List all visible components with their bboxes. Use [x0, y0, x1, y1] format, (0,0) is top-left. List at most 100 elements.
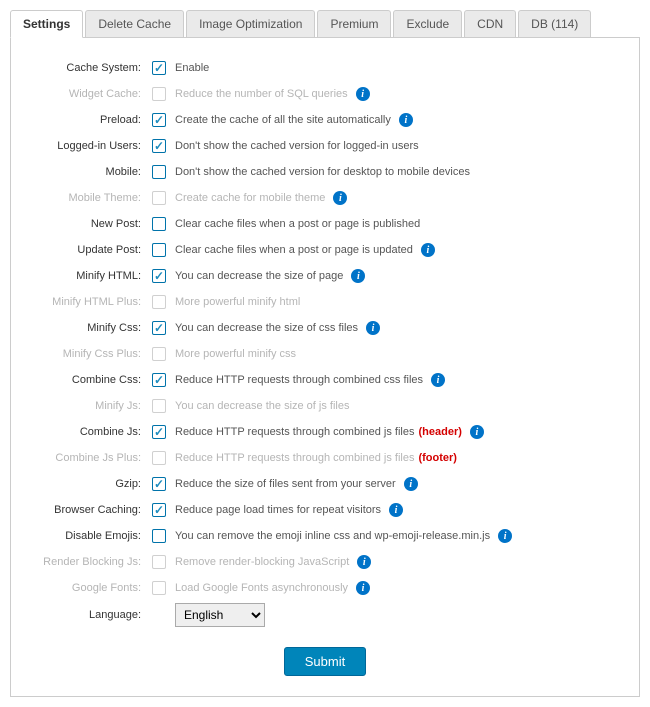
checkbox[interactable]: [152, 139, 166, 153]
tab-cdn[interactable]: CDN: [464, 10, 516, 37]
setting-label: New Post:: [31, 218, 149, 230]
suffix-badge: (header): [418, 426, 461, 438]
checkbox[interactable]: [152, 503, 166, 517]
info-icon[interactable]: i: [404, 477, 418, 491]
info-icon[interactable]: i: [356, 87, 370, 101]
setting-row: Preload: Create the cache of all the site…: [31, 109, 619, 131]
setting-description: Clear cache files when a post or page is…: [169, 218, 420, 230]
info-icon[interactable]: i: [333, 191, 347, 205]
tab-image-optimization[interactable]: Image Optimization: [186, 10, 315, 37]
checkbox[interactable]: [152, 321, 166, 335]
setting-description: Clear cache files when a post or page is…: [169, 243, 435, 257]
language-label: Language:: [31, 609, 149, 621]
setting-row: Minify Js:You can decrease the size of j…: [31, 395, 619, 417]
setting-row: Disable Emojis: You can remove the emoji …: [31, 525, 619, 547]
setting-label: Mobile:: [31, 166, 149, 178]
info-icon[interactable]: i: [351, 269, 365, 283]
setting-label: Disable Emojis:: [31, 530, 149, 542]
setting-row: Combine Js: Reduce HTTP requests through …: [31, 421, 619, 443]
checkbox[interactable]: [152, 165, 166, 179]
setting-description: Reduce the size of files sent from your …: [169, 477, 418, 491]
setting-label: Update Post:: [31, 244, 149, 256]
setting-label: Render Blocking Js:: [31, 556, 149, 568]
setting-label: Minify HTML:: [31, 270, 149, 282]
setting-row: Cache System:Enable: [31, 57, 619, 79]
checkbox[interactable]: [152, 373, 166, 387]
setting-description: You can decrease the size of css filesi: [169, 321, 380, 335]
setting-row: Minify Css Plus: More powerful minify css: [31, 343, 619, 365]
info-icon[interactable]: i: [366, 321, 380, 335]
checkbox: [152, 451, 166, 465]
setting-description: Reduce HTTP requests through combined cs…: [169, 373, 445, 387]
setting-row: Minify Css: You can decrease the size of …: [31, 317, 619, 339]
checkbox[interactable]: [152, 61, 166, 75]
info-icon[interactable]: i: [421, 243, 435, 257]
setting-description: Reduce the number of SQL queriesi: [169, 87, 370, 101]
info-icon[interactable]: i: [431, 373, 445, 387]
info-icon[interactable]: i: [356, 581, 370, 595]
setting-label: Minify Css:: [31, 322, 149, 334]
setting-label: Gzip:: [31, 478, 149, 490]
language-row: Language: English: [31, 603, 619, 627]
checkbox[interactable]: [152, 425, 166, 439]
checkbox[interactable]: [152, 113, 166, 127]
language-select[interactable]: English: [175, 603, 265, 627]
setting-row: New Post: Clear cache files when a post o…: [31, 213, 619, 235]
setting-description: Don't show the cached version for logged…: [169, 140, 419, 152]
info-icon[interactable]: i: [470, 425, 484, 439]
setting-label: Mobile Theme:: [31, 192, 149, 204]
setting-description: Reduce page load times for repeat visito…: [169, 503, 403, 517]
setting-description: More powerful minify html: [169, 296, 300, 308]
setting-row: Combine Js Plus:Reduce HTTP requests thr…: [31, 447, 619, 469]
tab-settings[interactable]: Settings: [10, 10, 83, 38]
checkbox: [152, 555, 166, 569]
checkbox[interactable]: [152, 243, 166, 257]
submit-button[interactable]: Submit: [284, 647, 366, 676]
setting-row: Gzip: Reduce the size of files sent from …: [31, 473, 619, 495]
setting-label: Google Fonts:: [31, 582, 149, 594]
setting-description: More powerful minify css: [169, 348, 296, 360]
setting-description: Load Google Fonts asynchronouslyi: [169, 581, 370, 595]
suffix-badge: (footer): [418, 452, 457, 464]
setting-description: Reduce HTTP requests through combined js…: [169, 425, 484, 439]
info-icon[interactable]: i: [389, 503, 403, 517]
info-icon[interactable]: i: [357, 555, 371, 569]
checkbox[interactable]: [152, 529, 166, 543]
setting-row: Logged-in Users: Don't show the cached ve…: [31, 135, 619, 157]
checkbox[interactable]: [152, 477, 166, 491]
tab-bar: SettingsDelete CacheImage OptimizationPr…: [10, 10, 640, 38]
setting-label: Combine Js:: [31, 426, 149, 438]
setting-row: Google Fonts: Load Google Fonts asynchron…: [31, 577, 619, 599]
checkbox: [152, 295, 166, 309]
checkbox: [152, 347, 166, 361]
setting-row: Update Post: Clear cache files when a pos…: [31, 239, 619, 261]
setting-label: Cache System:: [31, 62, 149, 74]
checkbox: [152, 191, 166, 205]
setting-row: Mobile Theme:Create cache for mobile the…: [31, 187, 619, 209]
setting-description: You can remove the emoji inline css and …: [169, 529, 512, 543]
setting-label: Minify Css Plus:: [31, 348, 149, 360]
tab-db-114-[interactable]: DB (114): [518, 10, 591, 37]
setting-row: Render Blocking Js:Remove render-blockin…: [31, 551, 619, 573]
tab-exclude[interactable]: Exclude: [393, 10, 462, 37]
tab-premium[interactable]: Premium: [317, 10, 391, 37]
settings-panel: Cache System:Enable Widget Cache: Reduce t…: [10, 38, 640, 697]
setting-label: Widget Cache:: [31, 88, 149, 100]
info-icon[interactable]: i: [498, 529, 512, 543]
setting-label: Combine Css:: [31, 374, 149, 386]
setting-label: Minify HTML Plus:: [31, 296, 149, 308]
checkbox: [152, 581, 166, 595]
setting-row: Combine Css: Reduce HTTP requests through…: [31, 369, 619, 391]
setting-row: Widget Cache: Reduce the number of SQL qu…: [31, 83, 619, 105]
setting-label: Minify Js:: [31, 400, 149, 412]
setting-label: Preload:: [31, 114, 149, 126]
setting-label: Browser Caching:: [31, 504, 149, 516]
setting-description: Reduce HTTP requests through combined js…: [169, 452, 457, 464]
tab-delete-cache[interactable]: Delete Cache: [85, 10, 184, 37]
setting-description: Create the cache of all the site automat…: [169, 113, 413, 127]
info-icon[interactable]: i: [399, 113, 413, 127]
checkbox[interactable]: [152, 269, 166, 283]
setting-row: Browser Caching: Reduce page load times f…: [31, 499, 619, 521]
checkbox[interactable]: [152, 217, 166, 231]
setting-label: Logged-in Users:: [31, 140, 149, 152]
